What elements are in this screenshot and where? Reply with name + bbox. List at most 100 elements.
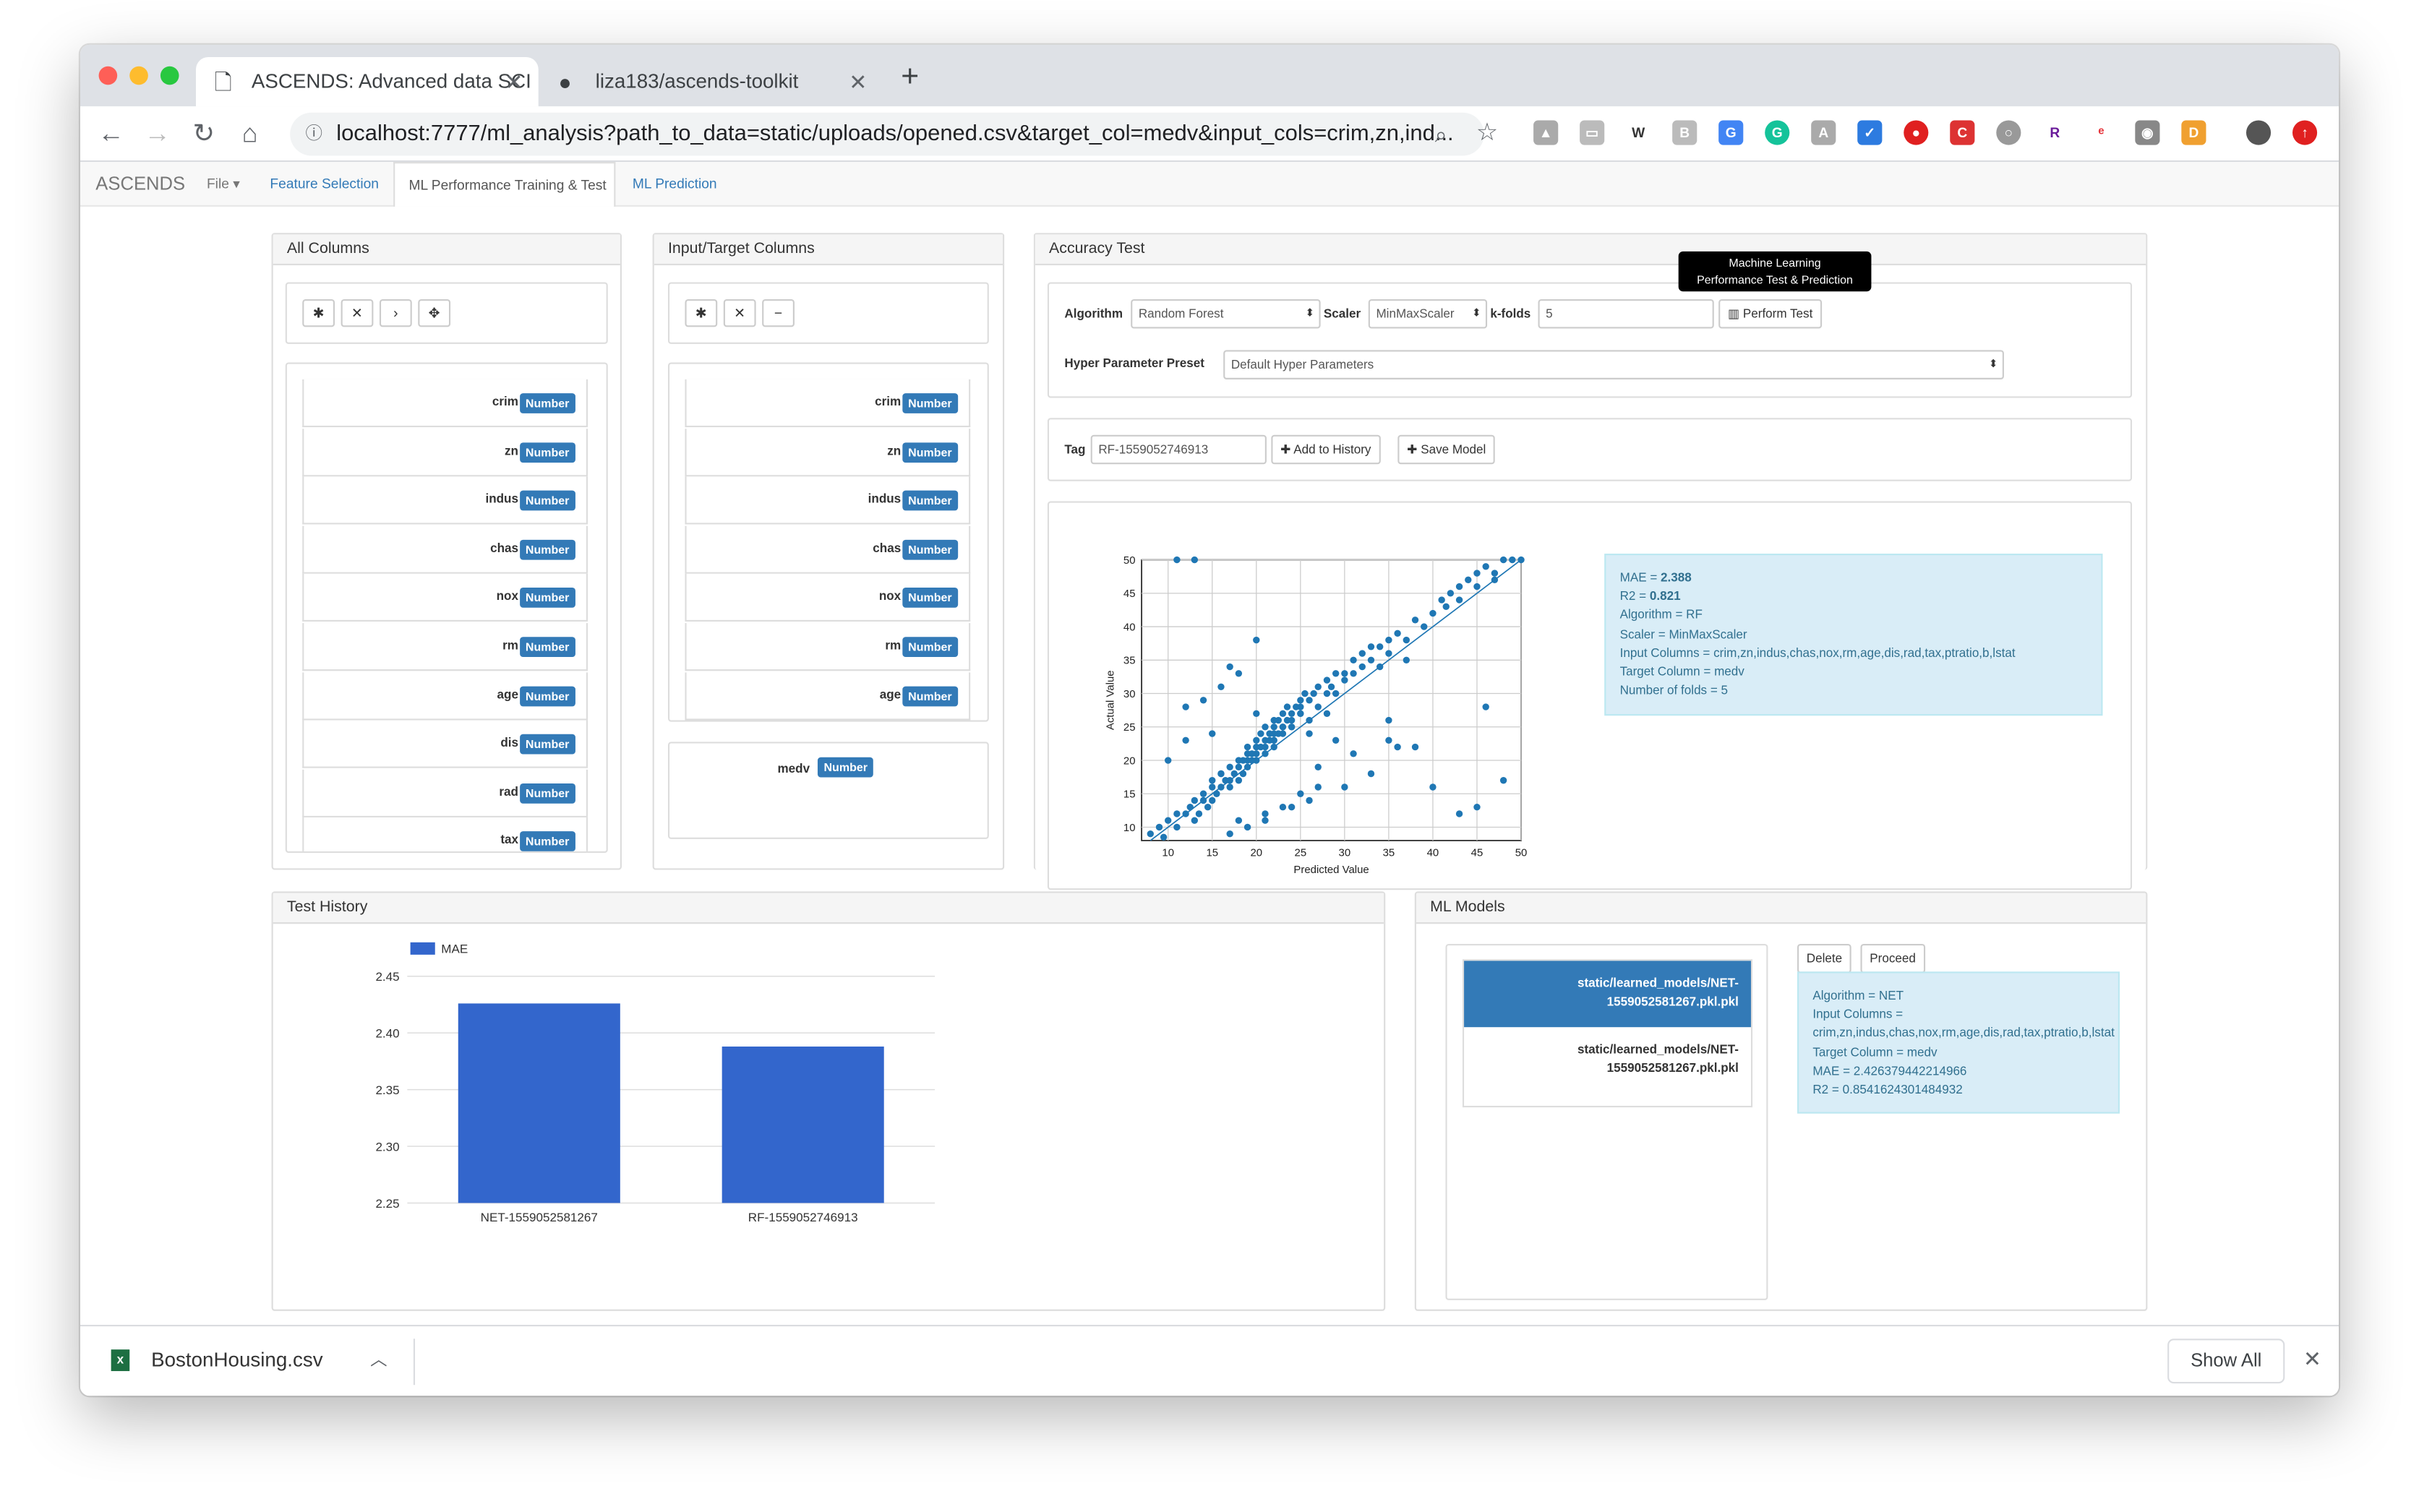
column-item-zn[interactable]: zn Number: [685, 428, 971, 476]
scatter-point: [1243, 763, 1251, 770]
column-item-age[interactable]: age Number: [685, 671, 971, 720]
delete-button[interactable]: Delete: [1797, 943, 1851, 974]
column-item-rm[interactable]: rm Number: [302, 623, 588, 671]
tab-ascends[interactable]: 🗋 ASCENDS: Advanced data SCI ✕: [196, 56, 539, 107]
new-tab-icon[interactable]: +: [901, 60, 919, 94]
column-item-dis[interactable]: dis Number: [302, 720, 588, 769]
move-target-button[interactable]: ✥: [418, 298, 451, 327]
scatter-point: [1517, 556, 1525, 564]
close-window-button[interactable]: [98, 66, 118, 85]
model-path: 1559052581267.pkl.pkl: [1606, 995, 1739, 1009]
extension-icon[interactable]: ◉: [2135, 120, 2160, 145]
column-item-chas[interactable]: chas Number: [685, 525, 971, 574]
y-tick-label: 2.35: [375, 1083, 399, 1097]
column-item-nox[interactable]: nox Number: [685, 574, 971, 622]
column-item-zn[interactable]: zn Number: [302, 428, 588, 476]
save-model-button[interactable]: ✚ Save Model: [1397, 434, 1496, 465]
column-item-indus[interactable]: indus Number: [685, 476, 971, 525]
deselect-all-button[interactable]: ✕: [723, 298, 756, 327]
scaler-select[interactable]: MinMaxScaler ⬍: [1368, 298, 1488, 329]
column-item-crim[interactable]: crim Number: [302, 379, 588, 428]
w-extension-icon[interactable]: W: [1626, 120, 1651, 145]
column-name: zn: [505, 443, 518, 458]
file-menu[interactable]: File ▾: [207, 162, 240, 207]
all-columns-list[interactable]: crim Number zn Number indus Number chas Number n…: [285, 362, 608, 854]
result-line: Scaler = MinMaxScaler: [1620, 626, 2088, 645]
download-file-name[interactable]: BostonHousing.csv: [151, 1348, 322, 1371]
bookmark-star-icon[interactable]: ☆: [1468, 113, 1505, 156]
column-item-rad[interactable]: rad Number: [302, 769, 588, 817]
add-to-history-button[interactable]: ✚ Add to History: [1271, 434, 1381, 465]
adblock-icon[interactable]: ●: [1904, 120, 1929, 145]
model-item-selected[interactable]: static/learned_models/NET- 1559052581267…: [1464, 961, 1751, 1028]
target-column-box[interactable]: medv Number: [667, 742, 989, 839]
select-all-button[interactable]: ✱: [302, 298, 335, 327]
model-detail-line: Target Column = medv: [1812, 1044, 1938, 1060]
close-icon[interactable]: ✕: [2303, 1346, 2321, 1373]
show-all-button[interactable]: Show All: [2167, 1339, 2285, 1384]
deselect-all-button[interactable]: ✕: [341, 298, 374, 327]
check-extension-icon[interactable]: ✓: [1857, 120, 1883, 145]
hyper-parameter-select[interactable]: Default Hyper Parameters ⬍: [1223, 350, 2004, 379]
algorithm-select[interactable]: Random Forest ⬍: [1131, 298, 1321, 329]
tab-feature-selection[interactable]: Feature Selection: [270, 162, 379, 207]
model-detail-line: Input Columns =: [1812, 1007, 1904, 1022]
column-item-indus[interactable]: indus Number: [302, 476, 588, 525]
update-icon[interactable]: ↑: [2292, 120, 2318, 145]
y-tick-label: 20: [1123, 755, 1136, 767]
extension-icon[interactable]: ○: [1996, 120, 2021, 145]
perform-test-button[interactable]: ▥ Perform Test: [1718, 298, 1823, 329]
chevron-up-icon[interactable]: ︿: [370, 1346, 387, 1371]
move-right-button[interactable]: ›: [379, 298, 412, 327]
cors-extension-icon[interactable]: C: [1950, 120, 1975, 145]
reload-icon[interactable]: ↻: [185, 113, 222, 156]
back-icon[interactable]: ←: [93, 113, 129, 156]
extension-icon[interactable]: A: [1811, 120, 1836, 145]
kfolds-input[interactable]: 5: [1538, 298, 1714, 329]
column-item-chas[interactable]: chas Number: [302, 525, 588, 574]
ds-extension-icon[interactable]: D: [2181, 120, 2206, 145]
forward-icon[interactable]: →: [139, 113, 176, 156]
minimize-window-button[interactable]: [129, 66, 148, 85]
column-item-nox[interactable]: nox Number: [302, 574, 588, 622]
avatar[interactable]: [2245, 120, 2272, 145]
page-icon: 🗋: [214, 69, 232, 95]
input-columns-list[interactable]: crim Number zn Number indus Number chas Number n…: [667, 362, 989, 722]
tab-close-icon[interactable]: ✕: [849, 57, 867, 106]
maximize-window-button[interactable]: [160, 66, 179, 85]
model-list[interactable]: static/learned_models/NET- 1559052581267…: [1462, 959, 1753, 1108]
grammarly-icon[interactable]: G: [1765, 120, 1790, 145]
tab-close-icon[interactable]: ✕: [505, 57, 523, 106]
app-brand[interactable]: ASCENDS: [95, 162, 185, 207]
extension-icon[interactable]: B: [1672, 120, 1697, 145]
column-item-rm[interactable]: rm Number: [685, 623, 971, 671]
remove-button[interactable]: −: [762, 298, 795, 327]
tab-github[interactable]: ● liza183/ascends-toolkit ✕: [540, 57, 883, 106]
translate-extension-icon[interactable]: G: [1718, 120, 1744, 145]
y-tick-label: 15: [1123, 789, 1136, 801]
column-item-tax[interactable]: tax Number: [302, 817, 588, 851]
scatter-point: [1209, 777, 1216, 784]
info-icon[interactable]: ⓘ: [306, 113, 322, 156]
r-extension-icon[interactable]: R: [2042, 120, 2068, 145]
type-badge: Number: [902, 442, 959, 463]
address-bar[interactable]: ⓘ localhost:7777/ml_analysis?path_to_dat…: [290, 112, 1484, 156]
scatter-point: [1270, 730, 1277, 737]
extension-icon[interactable]: ▭: [1580, 120, 1605, 145]
home-icon[interactable]: ⌂: [231, 113, 268, 156]
drive-extension-icon[interactable]: ▲: [1533, 120, 1559, 145]
result-value: 2.388: [1661, 570, 1692, 585]
excel-file-icon: x: [111, 1349, 130, 1372]
column-item-crim[interactable]: crim Number: [685, 379, 971, 428]
proceed-button[interactable]: Proceed: [1860, 943, 1925, 974]
zoom-icon[interactable]: ⌕: [1422, 113, 1459, 156]
tab-ml-performance[interactable]: ML Performance Training & Test: [393, 162, 616, 207]
model-item[interactable]: static/learned_models/NET- 1559052581267…: [1464, 1027, 1751, 1094]
select-all-button[interactable]: ✱: [685, 298, 718, 327]
tag-input[interactable]: RF-1559052746913: [1090, 434, 1267, 465]
column-item-age[interactable]: age Number: [302, 671, 588, 720]
ebay-extension-icon[interactable]: e: [2089, 120, 2114, 145]
type-badge: Number: [902, 539, 959, 560]
tab-ml-prediction[interactable]: ML Prediction: [633, 162, 717, 207]
scatter-point: [1332, 736, 1340, 744]
